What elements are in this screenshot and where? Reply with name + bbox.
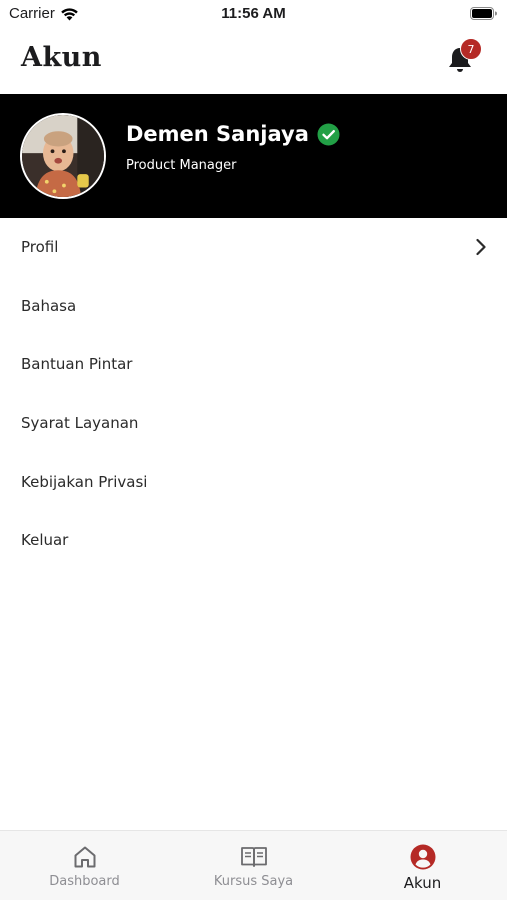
battery-icon bbox=[470, 7, 497, 20]
tab-label: Kursus Saya bbox=[213, 874, 294, 889]
page-title: Akun bbox=[21, 42, 102, 73]
tab-label: Akun bbox=[403, 874, 442, 892]
chevron-right-icon bbox=[476, 239, 486, 256]
notifications-button[interactable]: 7 bbox=[447, 38, 482, 74]
notification-count-badge: 7 bbox=[460, 38, 482, 60]
menu-item-keluar[interactable]: Keluar bbox=[0, 511, 507, 570]
account-menu: Profil Bahasa Bantuan Pintar Syarat Laya… bbox=[0, 218, 507, 570]
avatar[interactable] bbox=[20, 113, 106, 199]
book-icon bbox=[240, 847, 267, 867]
user-name: Demen Sanjaya bbox=[126, 122, 309, 146]
menu-item-bantuan-pintar[interactable]: Bantuan Pintar bbox=[0, 335, 507, 394]
menu-item-label: Keluar bbox=[21, 531, 69, 550]
menu-item-label: Syarat Layanan bbox=[21, 414, 139, 433]
tab-dashboard[interactable]: Dashboard bbox=[0, 831, 169, 900]
tab-bar: Dashboard Kursus Saya Akun bbox=[0, 830, 507, 900]
menu-item-profil[interactable]: Profil bbox=[0, 218, 507, 277]
avatar-photo bbox=[22, 115, 104, 197]
home-icon bbox=[74, 846, 95, 868]
tab-akun[interactable]: Akun bbox=[338, 831, 507, 900]
check-circle-icon bbox=[317, 123, 340, 145]
tab-label: Dashboard bbox=[49, 874, 120, 889]
tab-kursus-saya[interactable]: Kursus Saya bbox=[169, 831, 338, 900]
menu-item-bahasa[interactable]: Bahasa bbox=[0, 277, 507, 336]
header: Akun 7 bbox=[0, 30, 507, 94]
menu-item-label: Bantuan Pintar bbox=[21, 355, 133, 374]
user-role: Product Manager bbox=[126, 158, 237, 173]
menu-item-label: Bahasa bbox=[21, 296, 77, 315]
menu-item-syarat-layanan[interactable]: Syarat Layanan bbox=[0, 394, 507, 453]
menu-item-label: Kebijakan Privasi bbox=[21, 472, 148, 491]
user-name-row: Demen Sanjaya bbox=[126, 122, 340, 146]
user-circle-icon bbox=[410, 844, 435, 870]
status-bar: Carrier 11:56 AM bbox=[0, 0, 507, 30]
menu-item-label: Profil bbox=[21, 238, 59, 257]
menu-item-kebijakan-privasi[interactable]: Kebijakan Privasi bbox=[0, 452, 507, 511]
profile-banner: Demen Sanjaya Product Manager bbox=[0, 94, 507, 218]
status-time: 11:56 AM bbox=[221, 5, 286, 22]
